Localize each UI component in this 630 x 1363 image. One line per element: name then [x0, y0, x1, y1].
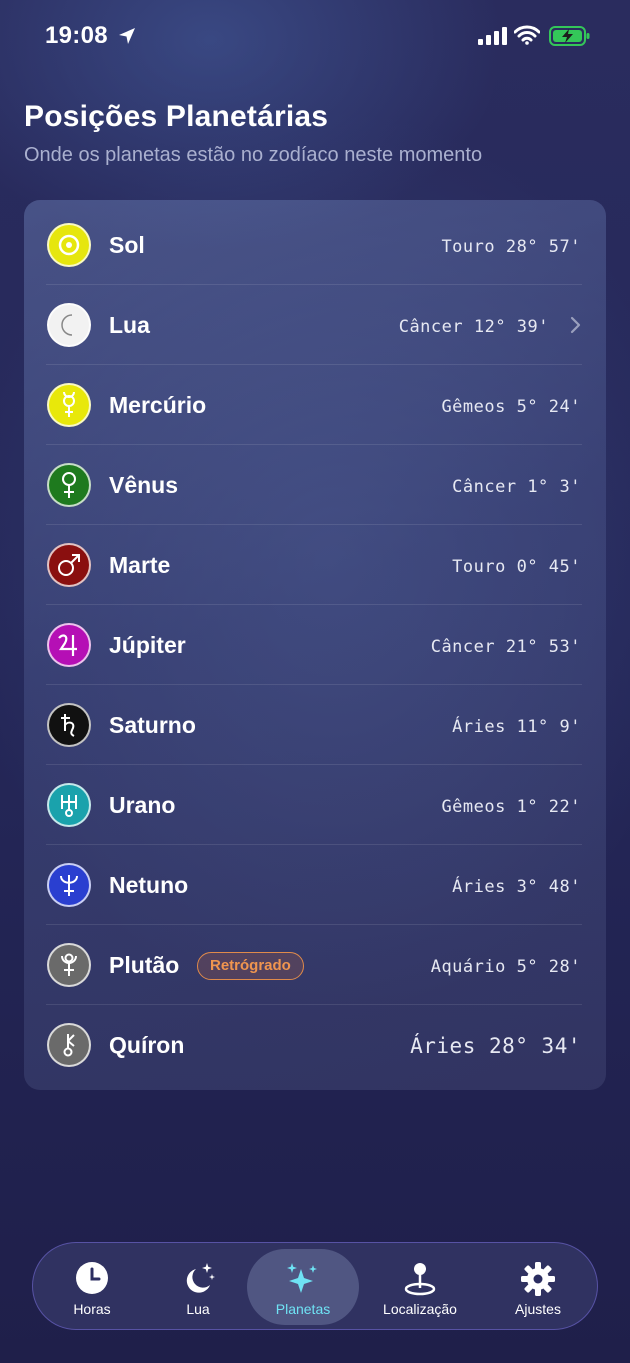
status-time: 19:08 — [45, 22, 108, 49]
planet-name: Urano — [109, 792, 176, 818]
planet-row-urano[interactable]: Urano Gêmeos 1° 22' — [24, 765, 606, 845]
clock-icon — [76, 1262, 108, 1294]
planet-row-saturno[interactable]: Saturno Áries 11° 9' — [24, 685, 606, 765]
mercury-icon — [47, 383, 91, 427]
planet-row-quiron[interactable]: Quíron Áries 28° 34' — [24, 1005, 606, 1085]
chiron-icon — [47, 1023, 91, 1067]
planet-row-netuno[interactable]: Netuno Áries 3° 48' — [24, 845, 606, 925]
planet-position: Gêmeos 1° 22' — [441, 797, 581, 817]
planet-list: Sol Touro 28° 57' Lua Câncer 12° 39' Mer… — [24, 200, 606, 1090]
planet-name: Plutão — [109, 952, 180, 978]
planet-position: Áries 28° 34' — [410, 1034, 581, 1058]
battery-charging-icon — [549, 26, 590, 46]
tab-label: Ajustes — [515, 1301, 561, 1317]
moon-stars-icon — [186, 1263, 215, 1293]
planet-row-plutao[interactable]: Plutão Retrógrado Aquário 5° 28' — [24, 925, 606, 1005]
tab-horas[interactable]: Horas — [33, 1249, 151, 1325]
tab-lua[interactable]: Lua — [151, 1249, 245, 1325]
tab-label: Planetas — [275, 1301, 331, 1317]
map-pin-icon — [404, 1263, 436, 1296]
planet-position: Touro 28° 57' — [441, 237, 581, 257]
tab-bar: Horas Lua Planetas Localização Ajustes — [32, 1242, 598, 1330]
planet-position: Câncer 21° 53' — [430, 637, 581, 657]
planet-name: Lua — [109, 312, 150, 338]
planet-row-lua[interactable]: Lua Câncer 12° 39' — [24, 285, 606, 365]
location-arrow-icon — [119, 28, 135, 44]
planet-row-marte[interactable]: Marte Touro 0° 45' — [24, 525, 606, 605]
planet-row-sol[interactable]: Sol Touro 28° 57' — [24, 205, 606, 285]
sun-icon — [47, 223, 91, 267]
saturn-icon — [47, 703, 91, 747]
planet-name: Netuno — [109, 872, 189, 898]
tab-label: Localização — [383, 1301, 457, 1317]
status-bar: 19:08 — [0, 0, 630, 72]
planet-position: Touro 0° 45' — [452, 557, 581, 577]
page-subtitle: Onde os planetas estão no zodíaco neste … — [24, 144, 483, 166]
planet-position: Câncer 1° 3' — [452, 477, 581, 497]
planet-name: Júpiter — [109, 632, 186, 658]
page-title: Posições Planetárias — [24, 100, 329, 133]
planet-name: Marte — [109, 552, 171, 578]
planet-name: Quíron — [109, 1032, 185, 1058]
planet-position: Áries 3° 48' — [452, 877, 581, 897]
jupiter-icon — [47, 623, 91, 667]
venus-icon — [47, 463, 91, 507]
retrograde-badge: Retrógrado — [197, 952, 304, 980]
neptune-icon — [47, 863, 91, 907]
moon-icon — [47, 303, 91, 347]
wifi-icon — [514, 25, 540, 45]
tab-localizacao[interactable]: Localização — [365, 1249, 475, 1325]
uranus-icon — [47, 783, 91, 827]
planet-position: Câncer 12° 39' — [398, 317, 549, 337]
mars-icon — [47, 543, 91, 587]
page-header: Posições Planetárias Onde os planetas es… — [24, 100, 604, 167]
tab-label: Horas — [73, 1301, 111, 1317]
planet-row-jupiter[interactable]: Júpiter Câncer 21° 53' — [24, 605, 606, 685]
tab-planetas[interactable]: Planetas — [247, 1249, 359, 1325]
planet-row-venus[interactable]: Vênus Câncer 1° 3' — [24, 445, 606, 525]
cellular-signal-icon — [478, 27, 507, 45]
planet-position: Aquário 5° 28' — [430, 957, 581, 977]
planet-name: Sol — [109, 232, 145, 258]
planet-position: Gêmeos 5° 24' — [441, 397, 581, 417]
tab-ajustes[interactable]: Ajustes — [481, 1249, 595, 1325]
planet-row-mercurio[interactable]: Mercúrio Gêmeos 5° 24' — [24, 365, 606, 445]
gear-icon — [521, 1262, 555, 1296]
chevron-right-icon[interactable] — [570, 316, 582, 334]
tab-label: Lua — [186, 1301, 210, 1317]
planet-position: Áries 11° 9' — [452, 717, 581, 737]
pluto-icon — [47, 943, 91, 987]
planet-name: Saturno — [109, 712, 196, 738]
planet-name: Vênus — [109, 472, 179, 498]
planet-name: Mercúrio — [109, 392, 207, 418]
sparkles-icon — [287, 1263, 317, 1293]
